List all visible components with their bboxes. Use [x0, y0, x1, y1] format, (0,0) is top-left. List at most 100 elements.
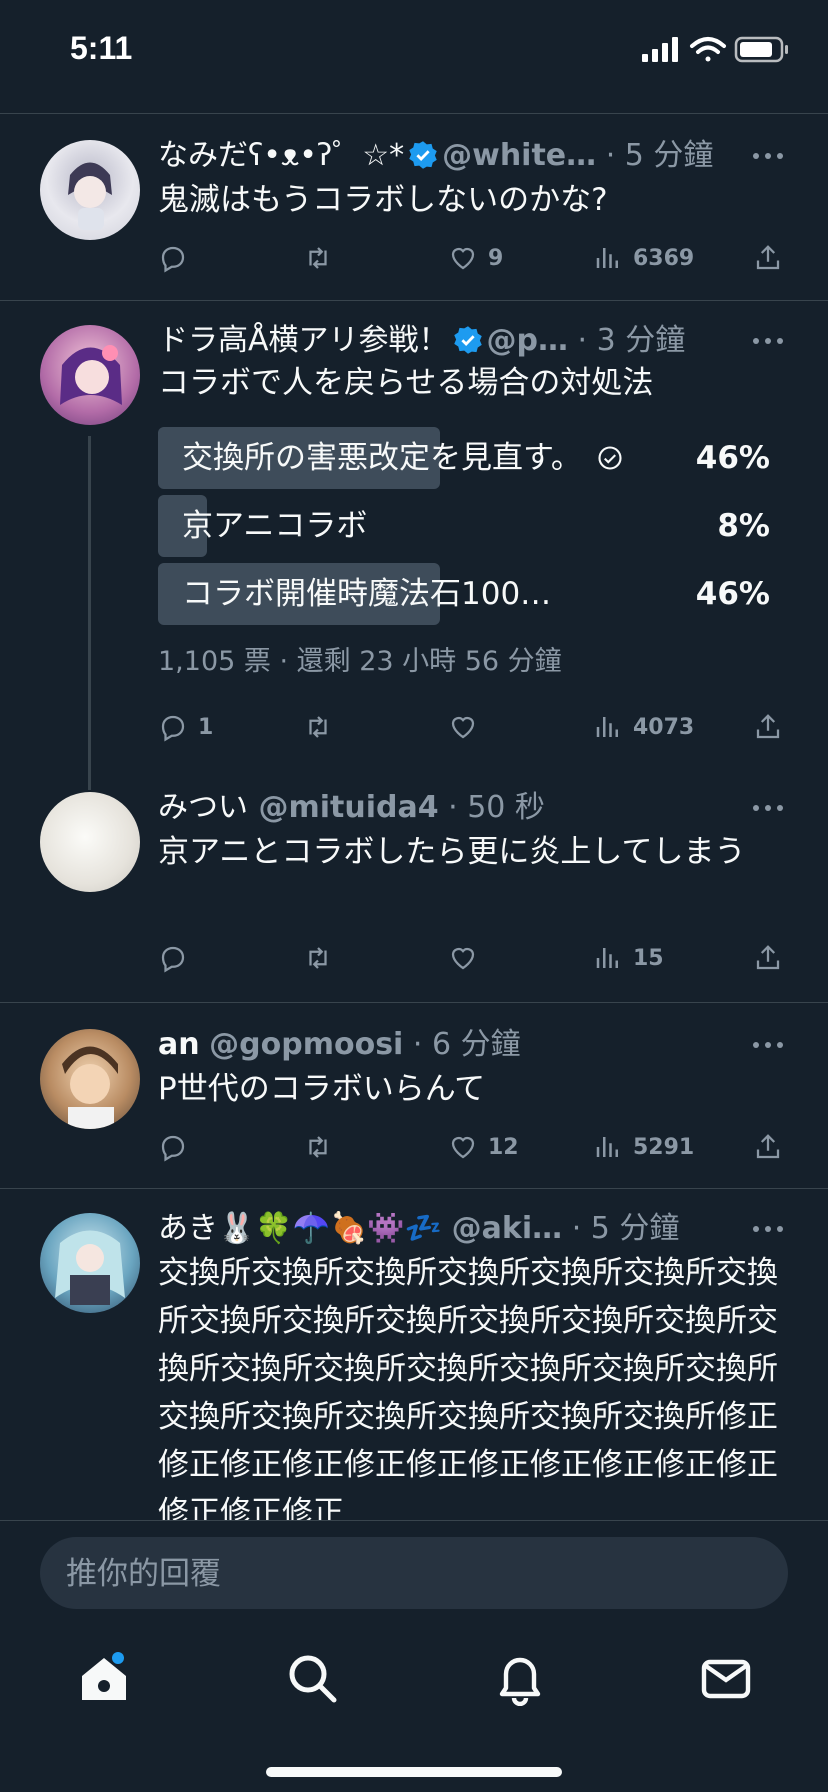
handle[interactable]: @aki…	[452, 1211, 562, 1246]
views-button[interactable]: 15	[593, 936, 664, 980]
reply-button[interactable]	[158, 936, 188, 980]
display-name[interactable]: あき🐰🍀☂️🍖👾💤	[158, 1211, 442, 1246]
timestamp[interactable]: 5 分鐘	[591, 1211, 680, 1246]
tweet-actions: 15	[158, 936, 788, 980]
poll-option[interactable]: 京アニコラボ 8%	[158, 495, 770, 557]
handle[interactable]: @gopmoosi	[209, 1027, 403, 1062]
tab-search[interactable]	[284, 1650, 340, 1706]
mail-icon	[701, 1659, 751, 1699]
handle[interactable]: @p…	[487, 323, 568, 358]
retweet-icon	[309, 947, 327, 969]
tweet[interactable]: ドラ高Å横アリ参戦！ @p… · 3 分鐘 コラボで人を戻らせる場合の対処法 交換…	[0, 301, 828, 742]
reply-button[interactable]	[158, 1125, 188, 1169]
view-count: 6369	[633, 245, 695, 271]
more-icon[interactable]	[748, 319, 788, 363]
avatar[interactable]	[40, 1213, 140, 1313]
tweet[interactable]: なみだʕ•ᴥ•ʔ゜☆* @white… · 5 分鐘 鬼滅はもうコラボしないのかな…	[0, 114, 828, 300]
poll-option-percent: 46%	[695, 440, 770, 476]
tweet[interactable]: みつい @mituida4 · 50 秒 京アニとコラボしたら更に炎上してしまう…	[0, 776, 828, 1000]
more-icon[interactable]	[748, 1207, 788, 1251]
thread-line	[88, 436, 91, 790]
avatar[interactable]	[40, 325, 140, 425]
share-button[interactable]	[753, 236, 783, 280]
notification-dot	[112, 1652, 124, 1664]
tweet-text: 鬼滅はもうコラボしないのかな?	[158, 182, 608, 218]
avatar-image	[60, 345, 122, 405]
share-icon	[756, 945, 780, 970]
tweet[interactable]: an @gopmoosi · 6 分鐘 P世代のコラボいらんて 12 5291	[0, 1003, 828, 1189]
poll-option-label: 交換所の害悪改定を見直す。	[182, 440, 582, 476]
tab-messages[interactable]	[698, 1650, 754, 1706]
signal-icon	[642, 37, 678, 62]
views-button[interactable]: 6369	[593, 236, 694, 280]
share-button[interactable]	[753, 936, 783, 980]
handle[interactable]: @white…	[442, 138, 596, 173]
more-icon[interactable]	[748, 1023, 788, 1067]
tweet-actions: 1 4073	[158, 705, 788, 749]
retweet-button[interactable]	[303, 236, 333, 280]
retweet-icon	[309, 1136, 327, 1158]
more-icon[interactable]	[748, 786, 788, 830]
display-name[interactable]: an	[158, 1027, 200, 1062]
views-icon	[596, 1137, 618, 1157]
tweet-actions: 12 5291	[158, 1125, 788, 1169]
poll-option[interactable]: 交換所の害悪改定を見直す。 46%	[158, 427, 770, 489]
like-button[interactable]: 9	[448, 236, 503, 280]
like-icon	[451, 247, 475, 270]
avatar[interactable]	[40, 140, 140, 240]
share-icon	[756, 714, 780, 739]
bell-icon	[499, 1657, 541, 1707]
reply-button[interactable]: 1	[158, 705, 213, 749]
view-count: 5291	[633, 1134, 695, 1160]
like-button[interactable]	[448, 705, 478, 749]
tab-notifications[interactable]	[492, 1650, 548, 1707]
display-name[interactable]: なみだʕ•ᴥ•ʔ゜☆*	[158, 138, 404, 173]
status-time: 5:11	[70, 30, 133, 66]
timestamp[interactable]: 6 分鐘	[432, 1027, 521, 1062]
tab-home[interactable]	[76, 1650, 132, 1706]
reply-button[interactable]	[158, 236, 188, 280]
more-icon[interactable]	[748, 134, 788, 178]
like-icon	[451, 1136, 475, 1159]
tweet-header: an @gopmoosi · 6 分鐘	[158, 1027, 521, 1062]
timestamp[interactable]: 3 分鐘	[597, 323, 686, 358]
like-count: 12	[488, 1134, 519, 1160]
handle[interactable]: @mituida4	[258, 790, 438, 825]
reply-input[interactable]	[64, 1537, 768, 1611]
share-icon	[756, 1134, 780, 1159]
tweet-header: みつい @mituida4 · 50 秒	[158, 790, 545, 825]
retweet-button[interactable]	[303, 705, 333, 749]
like-button[interactable]	[448, 936, 478, 980]
views-button[interactable]: 5291	[593, 1125, 694, 1169]
tweet-header: なみだʕ•ᴥ•ʔ゜☆* @white… · 5 分鐘	[158, 138, 714, 173]
reply-count: 1	[198, 714, 214, 740]
display-name[interactable]: ドラ高Å横アリ参戦！	[158, 323, 449, 358]
like-button[interactable]: 12	[448, 1125, 519, 1169]
views-icon	[596, 248, 618, 268]
reply-composer[interactable]	[40, 1537, 788, 1611]
tweet[interactable]: あき🐰🍀☂️🍖👾💤 @aki… · 5 分鐘 交換所交換所交換所交換所交換所交換…	[0, 1189, 828, 1520]
divider	[0, 1520, 828, 1521]
share-button[interactable]	[753, 705, 783, 749]
views-button[interactable]: 4073	[593, 705, 694, 749]
avatar[interactable]	[40, 1029, 140, 1129]
view-count: 4073	[633, 714, 695, 740]
view-count: 15	[633, 945, 664, 971]
reply-feed[interactable]: なみだʕ•ᴥ•ʔ゜☆* @white… · 5 分鐘 鬼滅はもうコラボしないのかな…	[0, 114, 828, 1520]
poll-option-percent: 46%	[695, 576, 770, 612]
timestamp[interactable]: 50 秒	[467, 790, 545, 825]
share-button[interactable]	[753, 1125, 783, 1169]
avatar[interactable]	[40, 792, 140, 892]
poll-option[interactable]: コラボ開催時魔法石100… 46%	[158, 563, 770, 625]
home-indicator	[266, 1767, 562, 1777]
reply-icon	[161, 1135, 185, 1162]
poll-option-label: コラボ開催時魔法石100…	[182, 576, 552, 612]
battery-icon	[734, 36, 788, 63]
retweet-button[interactable]	[303, 936, 333, 980]
display-name[interactable]: みつい	[158, 790, 248, 825]
poll-option-label: 京アニコラボ	[182, 508, 368, 544]
retweet-button[interactable]	[303, 1125, 333, 1169]
check-circle-icon	[598, 446, 622, 470]
timestamp[interactable]: 5 分鐘	[625, 138, 714, 173]
tab-bar	[0, 1640, 828, 1740]
